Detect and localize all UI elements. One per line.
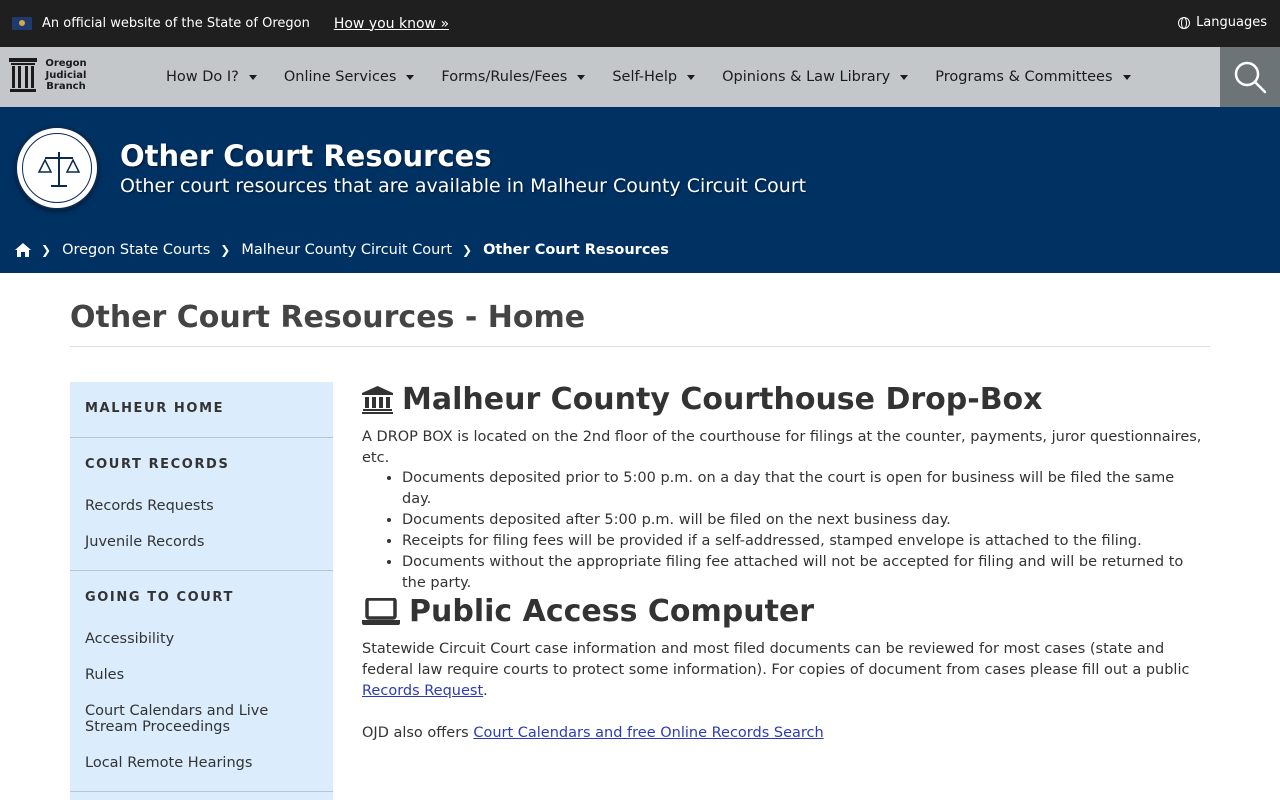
sidebar-heading-going-to-court[interactable]: GOING TO COURT: [85, 590, 234, 605]
caret-down-icon: [900, 74, 909, 80]
sidebar-item-local-remote-hearings[interactable]: Local Remote Hearings: [85, 755, 325, 771]
banner-subtitle: Other court resources that are available…: [120, 175, 807, 197]
dropbox-heading: Malheur County Courthouse Drop-Box: [362, 382, 1043, 417]
sidebar-item-juvenile-records[interactable]: Juvenile Records: [85, 534, 325, 550]
list-item: Documents without the appropriate filing…: [402, 552, 1207, 594]
judicial-department-seal: [15, 126, 99, 210]
public-computer-heading: Public Access Computer: [362, 594, 814, 629]
breadcrumb-oregon-state-courts[interactable]: Oregon State Courts: [62, 242, 210, 258]
logo-text: Oregon Judicial Branch: [45, 58, 87, 92]
search-icon: [1234, 61, 1267, 94]
chevron-right-icon: ❯: [462, 243, 473, 257]
court-calendars-search-link[interactable]: Court Calendars and free Online Records …: [473, 725, 823, 741]
dropbox-rules-list: Documents deposited prior to 5:00 p.m. o…: [362, 468, 1207, 594]
breadcrumb: ❯ Oregon State Courts ❯ Malheur County C…: [15, 242, 669, 258]
official-site-text: An official website of the State of Oreg…: [42, 16, 310, 31]
courthouse-icon: [362, 385, 393, 414]
nav-how-do-i[interactable]: How Do I?: [166, 69, 257, 85]
scales-icon: [37, 152, 81, 187]
sidebar-item-records-requests[interactable]: Records Requests: [85, 498, 325, 514]
list-item: Receipts for filing fees will be provide…: [402, 531, 1207, 552]
globe-icon: [1178, 16, 1191, 29]
breadcrumb-current: Other Court Resources: [483, 242, 669, 258]
public-computer-text: Statewide Circuit Court case information…: [362, 641, 1190, 699]
nav-online-services[interactable]: Online Services: [284, 69, 415, 85]
list-item: Documents deposited after 5:00 p.m. will…: [402, 510, 1207, 531]
chevron-right-icon: ❯: [220, 243, 231, 257]
nav-programs-committees[interactable]: Programs & Committees: [935, 69, 1131, 85]
sidebar-divider: [70, 437, 333, 438]
oregon-flag-icon: [12, 17, 32, 30]
sidebar-item-court-calendars[interactable]: Court Calendars and Live Stream Proceedi…: [85, 703, 325, 735]
languages-button[interactable]: Languages: [1178, 15, 1267, 30]
breadcrumb-malheur-county[interactable]: Malheur County Circuit Court: [241, 242, 452, 258]
sidebar-item-accessibility[interactable]: Accessibility: [85, 631, 325, 647]
sidebar-divider: [70, 791, 333, 792]
page-banner: Other Court Resources Other court resour…: [0, 107, 1280, 273]
official-site-banner: An official website of the State of Oreg…: [0, 0, 1280, 47]
caret-down-icon: [577, 74, 586, 80]
sidebar-malheur-home[interactable]: MALHEUR HOME: [85, 401, 224, 416]
caret-down-icon: [406, 74, 415, 80]
how-you-know-link[interactable]: How you know »: [334, 16, 449, 32]
caret-down-icon: [687, 74, 696, 80]
home-icon[interactable]: [15, 243, 31, 257]
records-request-link[interactable]: Records Request: [362, 683, 483, 699]
nav-self-help[interactable]: Self-Help: [612, 69, 696, 85]
sidebar-nav: MALHEUR HOME COURT RECORDS Records Reque…: [70, 382, 333, 800]
chevron-right-icon: ❯: [41, 243, 52, 257]
sidebar-heading-court-records[interactable]: COURT RECORDS: [85, 457, 229, 472]
dropbox-intro: A DROP BOX is located on the 2nd floor o…: [362, 429, 1202, 466]
sidebar-divider: [70, 570, 333, 571]
sidebar-item-rules[interactable]: Rules: [85, 667, 325, 683]
languages-label: Languages: [1196, 15, 1267, 30]
page-title: Other Court Resources - Home: [70, 300, 586, 335]
ojd-offers-text: OJD also offers Court Calendars and free…: [362, 725, 824, 741]
nav-opinions-law-library[interactable]: Opinions & Law Library: [722, 69, 909, 85]
list-item: Documents deposited prior to 5:00 p.m. o…: [402, 468, 1207, 510]
laptop-icon: [362, 597, 400, 625]
main-navigation: Oregon Judicial Branch How Do I? Online …: [0, 47, 1280, 107]
courthouse-column-icon: [9, 58, 37, 93]
banner-title: Other Court Resources: [120, 139, 492, 173]
title-divider: [70, 346, 1210, 347]
caret-down-icon: [248, 74, 257, 80]
search-button[interactable]: [1220, 47, 1280, 107]
ojb-logo[interactable]: Oregon Judicial Branch: [9, 58, 88, 93]
nav-forms-rules-fees[interactable]: Forms/Rules/Fees: [441, 69, 586, 85]
caret-down-icon: [1122, 74, 1131, 80]
